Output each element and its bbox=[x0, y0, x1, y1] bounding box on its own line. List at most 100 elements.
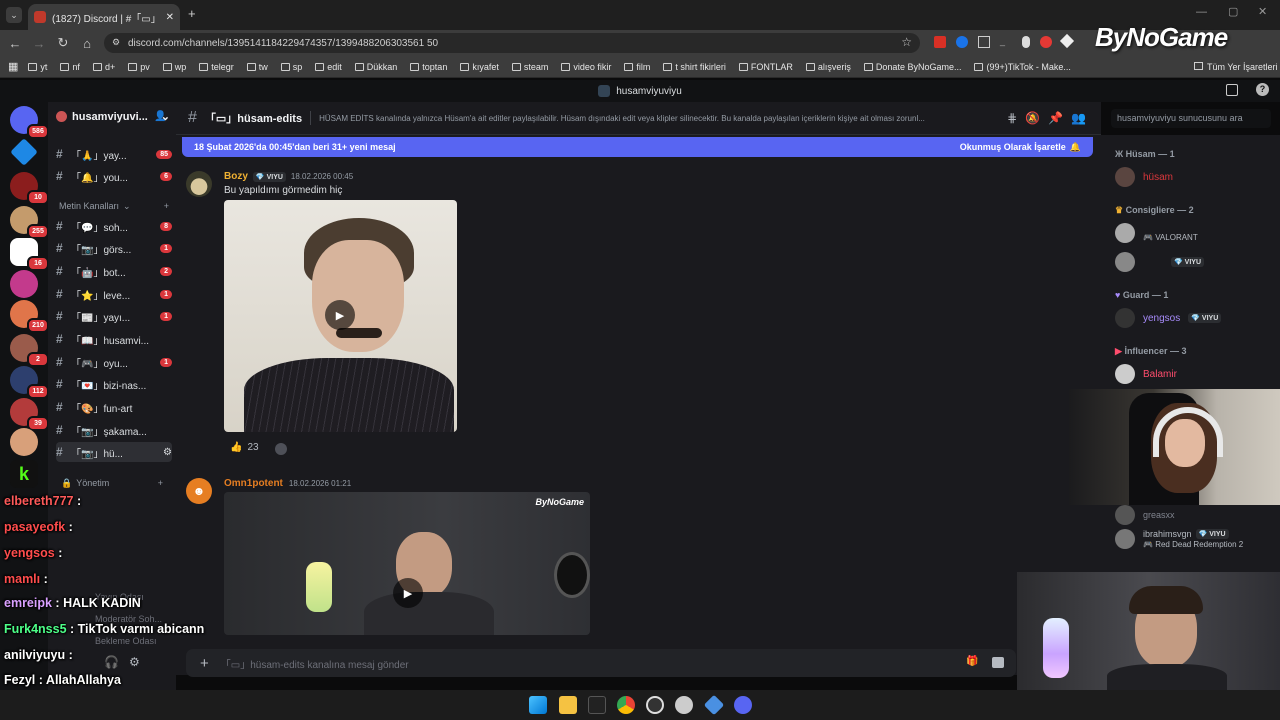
apps-grid-icon[interactable]: ▦ bbox=[8, 60, 18, 73]
threads-icon[interactable]: ⋕ bbox=[1007, 111, 1017, 125]
discord-taskbar-icon[interactable] bbox=[734, 696, 752, 714]
server-icon-5[interactable] bbox=[10, 270, 38, 298]
server-icon-1[interactable] bbox=[10, 138, 38, 166]
adblock-icon[interactable] bbox=[934, 36, 946, 48]
settings-gear-icon[interactable]: ⚙ bbox=[129, 655, 140, 669]
chrome-icon[interactable] bbox=[617, 696, 635, 714]
bookmark-item[interactable]: sp bbox=[280, 62, 302, 72]
bookmark-item[interactable]: steam bbox=[511, 62, 548, 72]
inbox-icon[interactable] bbox=[1226, 84, 1238, 96]
gif-icon[interactable] bbox=[992, 657, 1004, 668]
minimize-button[interactable]: — bbox=[1196, 6, 1207, 18]
video-attachment-1[interactable]: ▶ bbox=[224, 200, 457, 432]
extension-line-icon[interactable]: _ bbox=[1000, 36, 1012, 48]
bookmark-item[interactable]: pv bbox=[128, 62, 150, 72]
reaction-thumbs-up[interactable]: 👍 23 bbox=[224, 440, 265, 455]
extension-red-icon[interactable] bbox=[1040, 36, 1052, 48]
member-consigliere-2[interactable]: 💎 VIYU bbox=[1115, 252, 1205, 272]
help-icon[interactable]: ? bbox=[1256, 83, 1269, 96]
channel-item[interactable]: # 「🔔」you... 6 bbox=[56, 166, 172, 186]
play-button-icon[interactable]: ▶ bbox=[393, 578, 423, 608]
avatar-bozy[interactable] bbox=[186, 171, 212, 197]
category-yonetim[interactable]: 🔒 Yönetim + bbox=[61, 478, 163, 489]
bookmark-item[interactable]: Donate ByNoGame... bbox=[863, 62, 961, 72]
server-header[interactable]: husamviyuvi... ⌄ bbox=[56, 110, 170, 123]
file-explorer-icon[interactable] bbox=[559, 696, 577, 714]
new-tab-button[interactable]: + bbox=[188, 6, 196, 21]
forward-arrow-icon[interactable]: → bbox=[30, 34, 48, 52]
add-attachment-icon[interactable]: + bbox=[200, 655, 209, 672]
channel-item[interactable]: # 「🙏」yay... 85 bbox=[56, 144, 172, 164]
bookmark-item[interactable]: t shirt fikirleri bbox=[663, 62, 726, 72]
channel-item[interactable]: # 「📷」şakama... bbox=[56, 420, 172, 440]
channel-item[interactable]: # 「🎮」oyu... 1 bbox=[56, 352, 172, 372]
bookmark-item[interactable]: toptan bbox=[410, 62, 447, 72]
bookmark-item[interactable]: tw bbox=[246, 62, 268, 72]
address-bar[interactable]: ⚙ discord.com/channels/13951411842294743… bbox=[104, 33, 920, 53]
channel-item[interactable]: # 「⭐」leve... 1 bbox=[56, 284, 172, 304]
username-omn1potent[interactable]: Omn1potent bbox=[224, 478, 283, 489]
bookmark-item[interactable]: wp bbox=[162, 62, 186, 72]
mark-as-read-button[interactable]: Okunmuş Olarak İşaretle 🔔 bbox=[960, 142, 1081, 153]
bookmark-item[interactable]: video fikir bbox=[561, 62, 611, 72]
bookmark-item[interactable]: yt bbox=[28, 62, 47, 72]
bookmark-item[interactable]: film bbox=[624, 62, 650, 72]
channel-item[interactable]: # 「📷」hü... ⚙ bbox=[56, 442, 172, 462]
direct-messages-icon[interactable]: 586 bbox=[10, 106, 49, 139]
composer-input[interactable]: 「▭」hüsam-edits kanalına mesaj gönder bbox=[221, 656, 409, 671]
channel-settings-icon[interactable]: ⚙ bbox=[163, 447, 172, 458]
extension-blue-icon[interactable] bbox=[956, 36, 968, 48]
channel-topic[interactable]: HÜSAM EDİTS kanalında yalnızca Hüsam'a a… bbox=[319, 114, 999, 123]
notification-bell-icon[interactable]: 🔕 bbox=[1025, 111, 1040, 125]
member-balamir[interactable]: Balamir bbox=[1115, 364, 1177, 384]
channel-item[interactable]: # 「🎨」fun-art bbox=[56, 397, 172, 417]
avatar-omn1potent[interactable]: ☻ bbox=[186, 478, 212, 504]
bookmark-item[interactable]: Dükkan bbox=[354, 62, 397, 72]
close-window-button[interactable]: ✕ bbox=[1258, 5, 1267, 18]
server-icon-kick[interactable]: k bbox=[10, 460, 38, 488]
message-composer[interactable]: + 「▭」hüsam-edits kanalına mesaj gönder 🎁 bbox=[186, 649, 1016, 677]
windows-start-icon[interactable] bbox=[529, 696, 547, 714]
server-icon-3[interactable]: 255 bbox=[10, 206, 49, 239]
search-input[interactable]: husamviyuviyu sunucusunu ara bbox=[1111, 109, 1271, 128]
member-consigliere-1[interactable]: 🎮 VALORANT bbox=[1115, 223, 1198, 243]
bookmark-item[interactable]: edit bbox=[315, 62, 342, 72]
settings-app-icon[interactable] bbox=[675, 696, 693, 714]
invite-people-icon[interactable]: 👤 bbox=[154, 111, 166, 122]
site-info-icon[interactable]: ⚙ bbox=[112, 37, 120, 48]
server-icon-9[interactable]: 39 bbox=[10, 398, 49, 431]
bookmark-item[interactable]: telegr bbox=[199, 62, 234, 72]
close-tab-icon[interactable]: ✕ bbox=[166, 12, 174, 23]
maximize-button[interactable]: ▢ bbox=[1228, 5, 1238, 18]
bookmark-item[interactable]: d+ bbox=[92, 62, 115, 72]
extension-diamond-icon[interactable] bbox=[1059, 33, 1075, 49]
headphones-icon[interactable]: 🎧 bbox=[104, 655, 119, 669]
server-icon-10[interactable] bbox=[10, 428, 38, 456]
obs-icon[interactable] bbox=[646, 696, 664, 714]
channel-item[interactable]: # 「💬」soh... 8 bbox=[56, 216, 172, 236]
username-bozy[interactable]: Bozy bbox=[224, 171, 248, 182]
member-ibrahimsvgn[interactable]: ibrahimsvgn 💎 VIYU 🎮 Red Dead Redemption 2 bbox=[1115, 529, 1243, 549]
add-reaction-icon[interactable] bbox=[275, 443, 287, 455]
server-icon-4[interactable]: 16 bbox=[10, 238, 49, 271]
new-messages-bar[interactable]: 18 Şubat 2026'da 00:45'dan beri 31+ yeni… bbox=[182, 137, 1093, 157]
category-metin-kanallari[interactable]: Metin Kanalları ⌄ + bbox=[59, 201, 169, 212]
voice-channel-faded-3[interactable]: Bekleme Odası bbox=[95, 636, 157, 646]
bookmark-item[interactable]: (99+)TikTok - Make... bbox=[974, 62, 1071, 72]
terminal-icon[interactable] bbox=[588, 696, 606, 714]
server-icon-2[interactable]: 10 bbox=[10, 172, 49, 205]
bookmark-item[interactable]: nf bbox=[60, 62, 80, 72]
server-icon-6[interactable]: 210 bbox=[10, 300, 49, 333]
channel-item[interactable]: # 「💌」bizi-nas... bbox=[56, 374, 172, 394]
reload-icon[interactable]: ↻ bbox=[54, 34, 72, 52]
bookmark-star-icon[interactable]: ☆ bbox=[901, 35, 912, 49]
gift-icon[interactable]: 🎁 bbox=[966, 656, 978, 667]
back-arrow-icon[interactable]: ← bbox=[6, 34, 24, 52]
member-greasxx[interactable]: greasxx bbox=[1115, 505, 1175, 525]
member-husam[interactable]: hüsam bbox=[1115, 167, 1173, 187]
channel-item[interactable]: # 「📷」görs... 1 bbox=[56, 238, 172, 258]
channel-item[interactable]: # 「📖」husamvi... bbox=[56, 329, 172, 349]
tab-search-button[interactable]: ⌄ bbox=[6, 7, 22, 23]
member-list-icon[interactable]: 👥 bbox=[1071, 111, 1086, 125]
member-yengsos[interactable]: yengsos 💎 VIYU bbox=[1115, 308, 1222, 328]
